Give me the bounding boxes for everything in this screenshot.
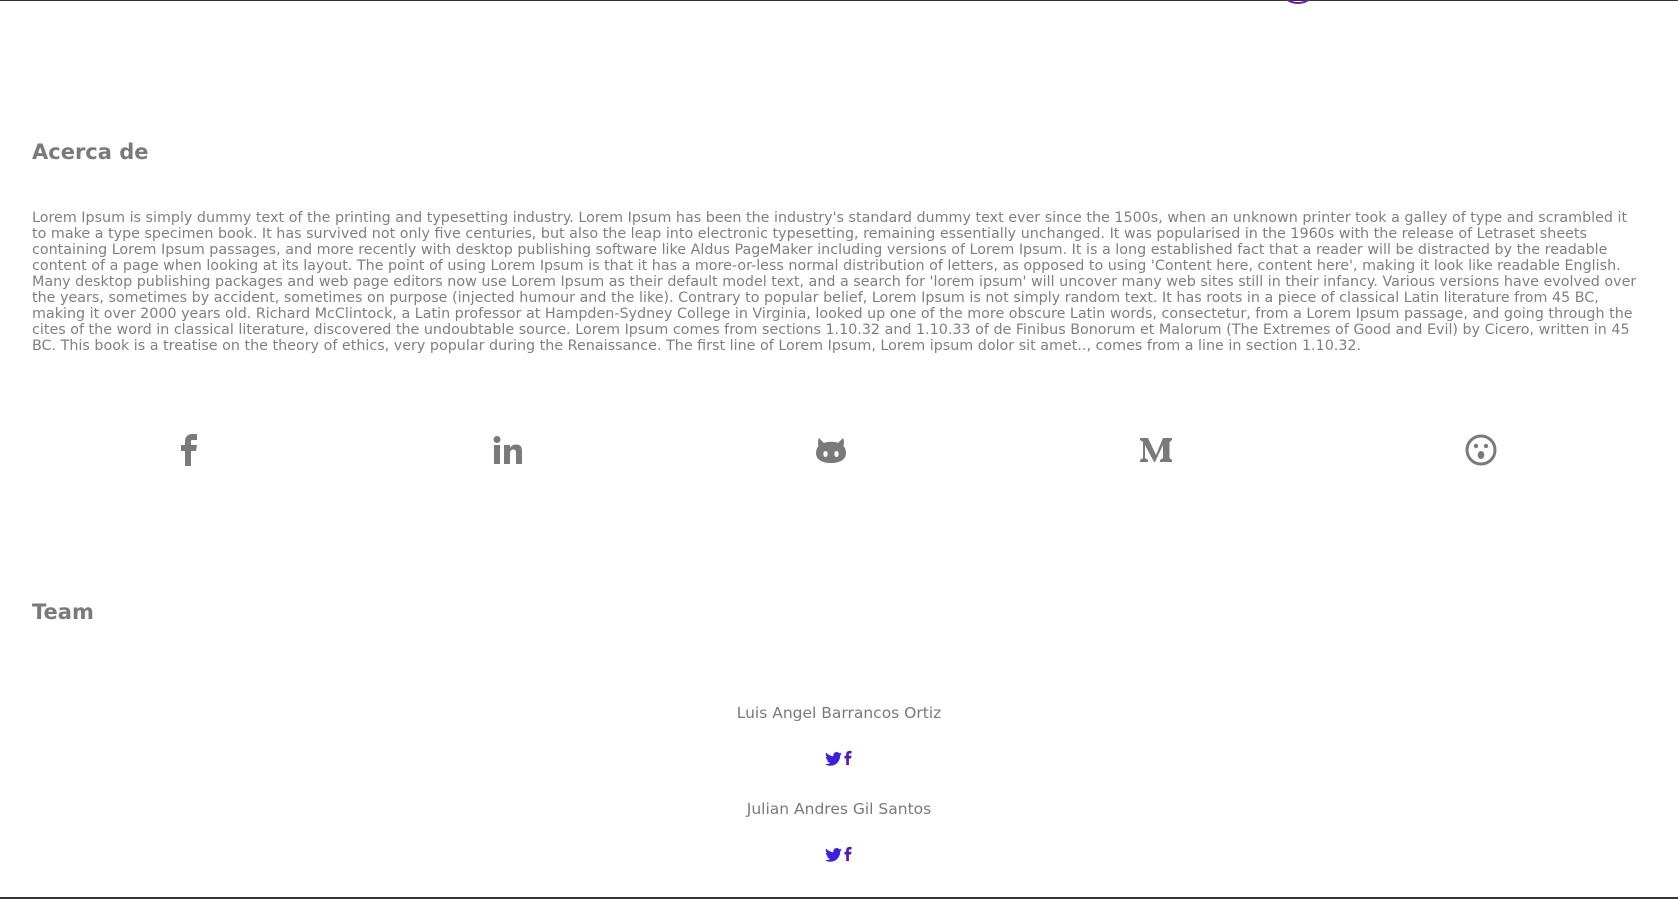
member-name: Julian Andres Gil Santos (746, 800, 932, 818)
facebook-link[interactable] (843, 846, 853, 866)
facebook-icon (844, 846, 852, 866)
team-title: Team (32, 600, 94, 624)
about-title: Acerca de (32, 140, 149, 164)
facebook-icon (844, 750, 852, 770)
github-link[interactable] (813, 432, 849, 468)
twitter-icon (824, 847, 842, 866)
medium-link[interactable] (1138, 432, 1174, 468)
linkedin-link[interactable] (490, 432, 526, 468)
facebook-icon (180, 434, 198, 466)
twitter-icon (824, 751, 842, 770)
about-text: Lorem Ipsum is simply dummy text of the … (32, 210, 1637, 354)
team-member: Julian Andres Gil Santos (0, 799, 1678, 818)
linkedin-icon (493, 436, 523, 464)
team-member: Luis Angel Barrancos Ortiz (0, 703, 1678, 722)
facebook-link[interactable] (171, 432, 207, 468)
surprised-face-icon (1465, 434, 1497, 466)
medium-icon (1140, 437, 1172, 463)
top-border (0, 0, 1678, 1)
facebook-link[interactable] (843, 750, 853, 770)
github-icon (816, 437, 846, 463)
twitter-link[interactable] (824, 751, 842, 770)
member-social-links (0, 846, 1678, 866)
other-link[interactable] (1463, 432, 1499, 468)
member-social-links (0, 750, 1678, 770)
twitter-link[interactable] (824, 847, 842, 866)
member-name: Luis Angel Barrancos Ortiz (736, 704, 942, 722)
